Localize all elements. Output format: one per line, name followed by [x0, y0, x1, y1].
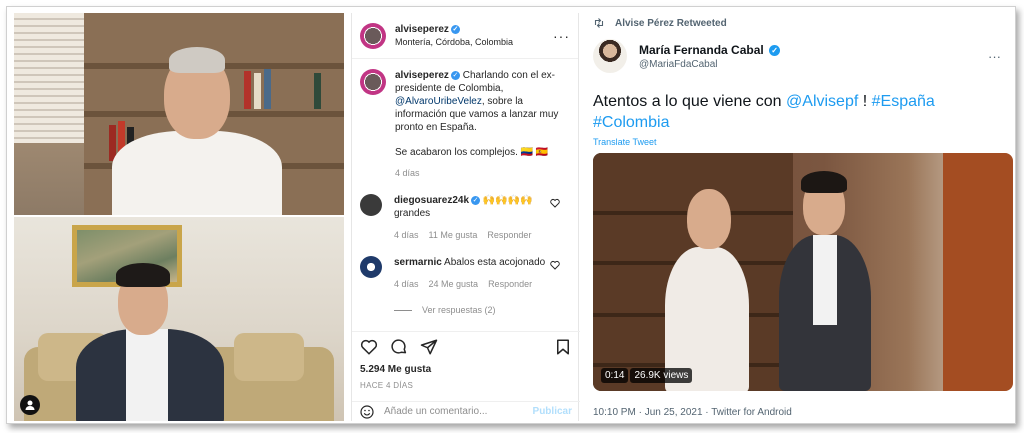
post-comment-button[interactable]: Publicar — [533, 406, 572, 417]
post-header: alviseperez ✓ Montería, Córdoba, Colombia… — [352, 13, 578, 59]
tweet-text-part: Atentos a lo que viene con — [593, 93, 787, 110]
more-options-icon[interactable]: ··· — [553, 28, 570, 44]
share-icon[interactable] — [420, 338, 438, 356]
verified-icon: ✓ — [450, 70, 460, 80]
caption-line2: Se acabaron los complejos. — [395, 147, 518, 158]
post-date: HACE 4 DÍAS — [360, 381, 414, 390]
avatar[interactable] — [360, 69, 386, 95]
retweet-icon — [594, 18, 604, 28]
heart-icon[interactable] — [360, 338, 378, 356]
post-username[interactable]: alviseperez — [395, 24, 449, 35]
verified-icon: ✓ — [769, 44, 781, 56]
like-comment-icon[interactable] — [550, 198, 560, 208]
tweet: Alvise Pérez Retweeted María Fernanda Ca… — [583, 13, 1013, 421]
view-replies-label: Ver respuestas (2) — [422, 305, 496, 315]
verified-icon: ✓ — [450, 24, 460, 34]
comment-username[interactable]: sermarnic — [394, 257, 442, 268]
like-comment-icon[interactable] — [550, 260, 560, 270]
reply-button[interactable]: Responder — [488, 278, 532, 291]
avatar[interactable] — [360, 256, 382, 278]
instagram-post: alviseperez ✓ Montería, Córdoba, Colombia… — [351, 13, 580, 421]
retweet-header: Alvise Pérez Retweeted — [593, 17, 1011, 29]
window-blinds — [14, 13, 84, 143]
avatar[interactable] — [593, 39, 627, 73]
view-replies-button[interactable]: Ver respuestas (2) — [394, 305, 570, 315]
hashtag-link[interactable]: #Colombia — [593, 114, 669, 131]
collage-frame: alviseperez ✓ Montería, Córdoba, Colombia… — [6, 6, 1016, 424]
post-actions: 5.294 Me gusta HACE 4 DÍAS — [352, 331, 580, 396]
comment-likes[interactable]: 24 Me gusta — [429, 278, 479, 291]
comment-time: 4 días — [394, 230, 419, 240]
comment-time: 4 días — [394, 279, 419, 289]
author-handle[interactable]: @MariaFdaCabal — [639, 59, 988, 70]
video-duration: 0:14 — [601, 368, 629, 383]
tweet-author: María Fernanda Cabal ✓ @MariaFdaCabal ··… — [593, 39, 1001, 73]
comment-icon[interactable] — [390, 338, 408, 356]
tweet-text: Atentos a lo que viene con @Alvisepf ! #… — [593, 91, 1001, 133]
flag-emojis: 🇨🇴 🇪🇸 — [520, 147, 549, 158]
likes-count[interactable]: 5.294 Me gusta — [360, 364, 572, 375]
video-feed-bottom — [14, 217, 344, 421]
reply-button[interactable]: Responder — [487, 229, 531, 242]
comment-text: Abalos esta acojonado — [444, 257, 546, 268]
hashtag-link[interactable]: #España — [872, 93, 935, 110]
user-icon[interactable] — [20, 395, 40, 415]
door — [943, 153, 1013, 391]
comment-likes[interactable]: 11 Me gusta — [429, 229, 478, 242]
caption: alviseperez ✓ Charlando con el ex-preside… — [360, 69, 570, 180]
add-comment-bar: Añade un comentario... Publicar — [352, 401, 580, 421]
tweet-mention-link[interactable]: @Alvisepf — [786, 93, 858, 110]
tweet-text-part: ! — [858, 93, 872, 110]
translate-tweet-link[interactable]: Translate Tweet — [593, 137, 1001, 147]
verified-icon: ✓ — [471, 195, 481, 205]
video-feed-top — [14, 13, 344, 215]
author-name[interactable]: María Fernanda Cabal — [639, 43, 764, 57]
bookmark-icon[interactable] — [554, 338, 572, 356]
more-options-icon[interactable]: ··· — [988, 49, 1001, 64]
tweet-video[interactable]: 0:14 26.9K views — [593, 153, 1013, 391]
emoji-icon[interactable] — [360, 404, 374, 419]
comment-input[interactable]: Añade un comentario... — [384, 406, 487, 417]
video-badge: 0:14 26.9K views — [601, 368, 693, 383]
avatar[interactable] — [360, 194, 382, 216]
comment-username[interactable]: diegosuarez24k — [394, 195, 469, 206]
avatar[interactable] — [360, 22, 386, 49]
video-views: 26.9K views — [630, 368, 693, 383]
divider — [394, 309, 412, 311]
caption-mention-link[interactable]: @AlvaroUribeVelez — [395, 96, 482, 107]
comment-item: diegosuarez24k ✓ 🙌🙌🙌🙌 grandes 4 días 11 M… — [360, 194, 570, 242]
tweet-timestamp[interactable]: 10:10 PM · Jun 25, 2021 · Twitter for An… — [593, 407, 792, 418]
video-call-panel — [14, 13, 344, 421]
post-location[interactable]: Montería, Córdoba, Colombia — [395, 37, 553, 47]
caption-time: 4 días — [395, 168, 420, 178]
retweet-label[interactable]: Alvise Pérez Retweeted — [615, 18, 727, 29]
caption-username[interactable]: alviseperez — [395, 70, 449, 81]
comment-item: sermarnic Abalos esta acojonado 4 días 2… — [360, 256, 570, 291]
